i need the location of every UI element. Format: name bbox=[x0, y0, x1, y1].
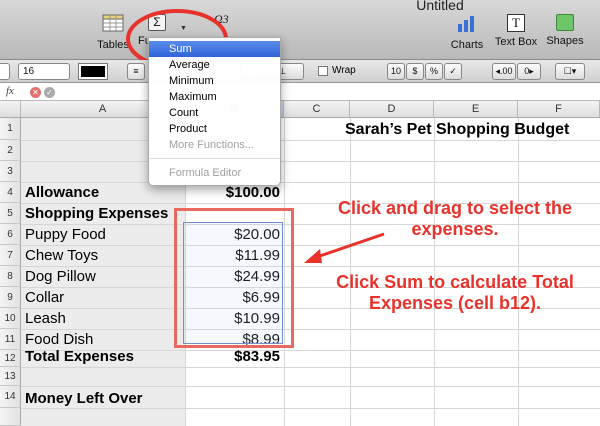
row-header[interactable]: 1 bbox=[0, 118, 21, 140]
increase-decimals-button[interactable]: 0▸ bbox=[517, 63, 541, 80]
charts-button[interactable]: Charts bbox=[449, 14, 485, 51]
item-name[interactable]: Food Dish bbox=[25, 331, 93, 348]
row-header[interactable]: 10 bbox=[0, 308, 21, 329]
toolbar: Untitled Tables Σ Fu ▼ Ω3 Charts T Text bbox=[0, 0, 600, 60]
column-header-d[interactable]: D bbox=[350, 101, 434, 118]
row-header[interactable]: 6 bbox=[0, 224, 21, 245]
row-header[interactable]: 4 bbox=[0, 182, 21, 203]
item-name[interactable]: Dog Pillow bbox=[25, 268, 96, 285]
sheet-title[interactable]: Sarah’s Pet Shopping Budget bbox=[345, 121, 569, 139]
row-header[interactable]: 12 bbox=[0, 350, 21, 367]
row-header[interactable] bbox=[0, 408, 21, 426]
grid-line bbox=[21, 386, 600, 387]
accept-icon[interactable]: ✓ bbox=[44, 87, 55, 98]
grid-line bbox=[21, 161, 600, 162]
total-expenses-label[interactable]: Total Expenses bbox=[25, 348, 134, 365]
menu-item-count[interactable]: Count bbox=[149, 105, 280, 121]
menu-item-maximum[interactable]: Maximum bbox=[149, 89, 280, 105]
highlight-box bbox=[174, 208, 294, 348]
menu-item-more-functions[interactable]: More Functions... bbox=[149, 137, 280, 153]
bar-chart-icon bbox=[458, 16, 474, 32]
item-name[interactable]: Leash bbox=[25, 310, 66, 327]
column-header-c[interactable]: C bbox=[284, 101, 350, 118]
grid-line bbox=[21, 182, 600, 183]
wrap-label: Wrap bbox=[332, 65, 356, 76]
font-family-stepper[interactable] bbox=[0, 63, 10, 80]
functions-menu: Sum Average Minimum Maximum Count Produc… bbox=[148, 37, 281, 186]
row-header[interactable]: 11 bbox=[0, 329, 21, 350]
menu-item-formula-editor[interactable]: Formula Editor bbox=[149, 165, 280, 181]
charts-label: Charts bbox=[450, 39, 484, 51]
row-header[interactable]: 3 bbox=[0, 161, 21, 182]
total-expenses-value[interactable]: $83.95 bbox=[185, 348, 280, 365]
textbox-label: Text Box bbox=[494, 36, 538, 48]
cell-borders-button[interactable]: ☐▾ bbox=[555, 63, 585, 80]
row-header[interactable]: 2 bbox=[0, 140, 21, 161]
format-10-button[interactable]: 10 bbox=[387, 63, 405, 80]
menu-item-minimum[interactable]: Minimum bbox=[149, 73, 280, 89]
shapes-button[interactable]: Shapes bbox=[545, 14, 585, 47]
percent-button[interactable]: % bbox=[425, 63, 443, 80]
column-header-e[interactable]: E bbox=[434, 101, 518, 118]
text-color-well[interactable] bbox=[78, 63, 108, 80]
grid-line bbox=[21, 329, 600, 330]
wrap-checkbox[interactable] bbox=[318, 66, 328, 76]
grid-line bbox=[21, 408, 600, 409]
row-header[interactable]: 7 bbox=[0, 245, 21, 266]
allowance-value[interactable]: $100.00 bbox=[185, 184, 280, 201]
menu-separator bbox=[150, 158, 280, 159]
row-header[interactable]: 5 bbox=[0, 203, 21, 224]
table-icon bbox=[102, 14, 124, 32]
textbox-button[interactable]: T Text Box bbox=[493, 14, 539, 48]
shape-square-icon bbox=[556, 14, 574, 31]
annotation-select: Click and drag to select the expenses. bbox=[337, 198, 573, 239]
window-title: Untitled bbox=[416, 0, 464, 13]
money-left-label[interactable]: Money Left Over bbox=[25, 390, 143, 407]
decrease-decimals-button[interactable]: ◂.00 bbox=[492, 63, 516, 80]
align-left-button[interactable]: ≡ bbox=[127, 63, 145, 80]
row-header[interactable]: 13 bbox=[0, 367, 21, 386]
menu-item-average[interactable]: Average bbox=[149, 57, 280, 73]
column-header-f[interactable]: F bbox=[518, 101, 600, 118]
row-header[interactable]: 14 bbox=[0, 386, 21, 408]
fx-icon: fx bbox=[6, 85, 14, 97]
row-header[interactable]: 9 bbox=[0, 287, 21, 308]
grid-line bbox=[21, 367, 600, 368]
corner-header[interactable] bbox=[0, 101, 21, 118]
item-name[interactable]: Puppy Food bbox=[25, 226, 106, 243]
item-name[interactable]: Collar bbox=[25, 289, 64, 306]
formula-bar[interactable]: fx ✕ ✓ bbox=[0, 84, 600, 101]
menu-item-sum[interactable]: Sum bbox=[149, 41, 280, 57]
font-size-field[interactable]: 16 bbox=[18, 63, 70, 80]
shopping-expenses-label[interactable]: Shopping Expenses bbox=[25, 205, 168, 222]
allowance-label[interactable]: Allowance bbox=[25, 184, 99, 201]
row-header[interactable]: 8 bbox=[0, 266, 21, 287]
shapes-label: Shapes bbox=[546, 35, 584, 47]
menu-item-product[interactable]: Product bbox=[149, 121, 280, 137]
annotation-sum: Click Sum to calculate Total Expenses (c… bbox=[336, 272, 574, 313]
item-name[interactable]: Chew Toys bbox=[25, 247, 98, 264]
textbox-icon: T bbox=[507, 14, 525, 32]
currency-button[interactable]: $ bbox=[406, 63, 424, 80]
cancel-icon[interactable]: ✕ bbox=[30, 87, 41, 98]
format-bar: 16 ≡ ⊤ ⊥ ⊥ Wrap 10 $ % ✓ ◂.00 0▸ ☐▾ bbox=[0, 60, 600, 83]
checkbox-format-button[interactable]: ✓ bbox=[444, 63, 462, 80]
grid-line bbox=[21, 140, 600, 141]
